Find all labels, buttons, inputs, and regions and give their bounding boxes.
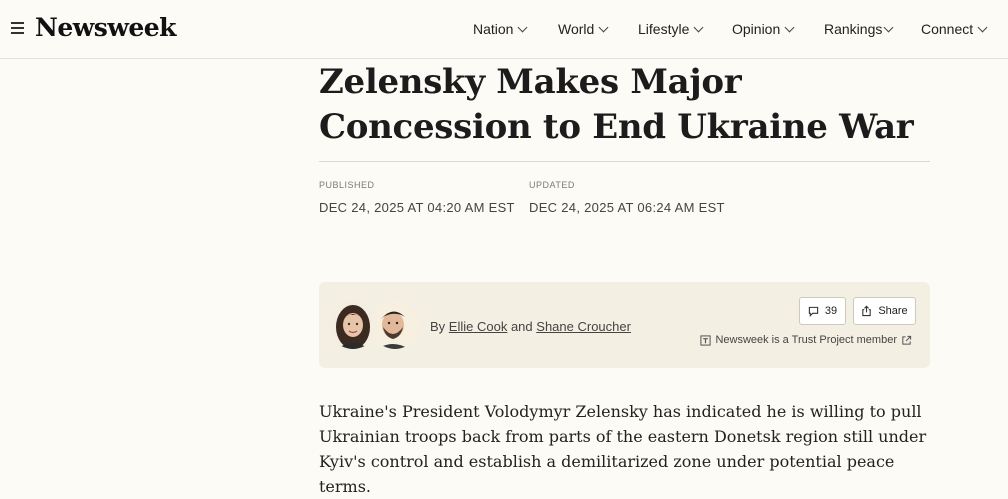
chevron-down-icon <box>784 22 795 33</box>
newsweek-logo[interactable]: Newsweek <box>35 13 177 42</box>
external-link-icon <box>902 335 912 345</box>
byline: By Ellie Cook and Shane Croucher <box>430 319 631 334</box>
nav-item-world[interactable]: World <box>558 21 609 37</box>
chevron-down-icon <box>693 22 704 33</box>
author-avatar-ellie-cook[interactable] <box>329 301 377 349</box>
byline-prefix: By <box>430 319 446 334</box>
author-avatar-shane-croucher[interactable] <box>371 301 419 349</box>
comment-icon <box>808 306 819 317</box>
trust-project-text: Newsweek is a Trust Project member <box>715 334 897 346</box>
updated-date: DEC 24, 2025 AT 06:24 AM EST <box>529 200 725 215</box>
nav-item-label: Nation <box>473 21 514 37</box>
share-label: Share <box>878 305 908 317</box>
nav-item-nation[interactable]: Nation <box>473 21 528 37</box>
headline-divider <box>319 161 930 162</box>
share-button[interactable]: Share <box>853 297 916 325</box>
nav-item-connect[interactable]: Connect <box>921 21 988 37</box>
nav-item-label: Rankings <box>824 21 883 37</box>
share-icon <box>862 305 872 317</box>
chevron-down-icon <box>598 22 609 33</box>
top-navigation-bar: Newsweek Nation World Lifestyle Opinion … <box>0 0 1008 59</box>
byline-card: By Ellie Cook and Shane Croucher 39 Shar… <box>319 282 930 368</box>
comment-count: 39 <box>824 305 838 317</box>
published-label: PUBLISHED <box>319 180 375 190</box>
nav-item-lifestyle[interactable]: Lifestyle <box>638 21 704 37</box>
chevron-down-icon <box>883 22 894 33</box>
chevron-down-icon <box>518 22 528 33</box>
byline-conjunction: and <box>510 319 533 334</box>
nav-item-label: Connect <box>921 21 974 37</box>
article-lede: Ukraine's President Volodymyr Zelensky h… <box>319 402 927 496</box>
nav-item-label: Opinion <box>732 21 781 37</box>
nav-item-opinion[interactable]: Opinion <box>732 21 795 37</box>
chevron-down-icon <box>977 22 988 33</box>
updated-label: UPDATED <box>529 180 575 190</box>
nav-item-label: Lifestyle <box>638 21 690 37</box>
author-link-ellie-cook[interactable]: Ellie Cook <box>449 319 508 334</box>
author-link-shane-croucher[interactable]: Shane Croucher <box>536 319 631 334</box>
comments-button[interactable]: 39 <box>799 297 846 325</box>
published-date: DEC 24, 2025 AT 04:20 AM EST <box>319 200 515 215</box>
nav-item-rankings[interactable]: Rankings <box>824 21 894 37</box>
hamburger-menu-icon[interactable] <box>11 22 24 34</box>
article-headline: Zelensky Makes Major Concession to End U… <box>319 62 914 147</box>
nav-item-label: World <box>558 21 595 37</box>
trust-project-icon <box>700 334 712 346</box>
trust-project-link[interactable]: Newsweek is a Trust Project member <box>696 334 916 346</box>
